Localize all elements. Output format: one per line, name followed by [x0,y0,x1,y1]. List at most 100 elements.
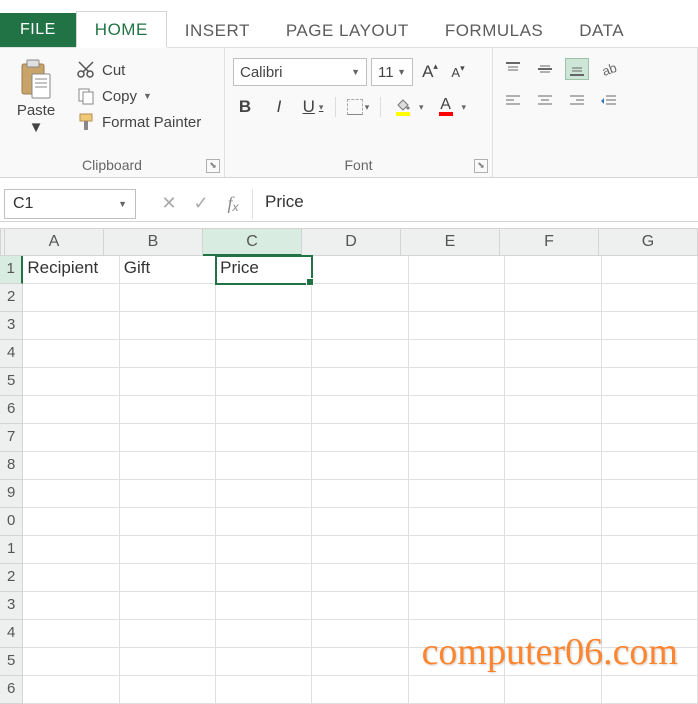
cell-C12[interactable] [216,564,312,592]
cell-E13[interactable] [409,592,505,620]
align-bottom-button[interactable] [565,58,589,80]
cell-A8[interactable] [23,452,119,480]
cancel-button[interactable]: ✕ [158,193,180,215]
cell-E5[interactable] [409,368,505,396]
row-header-11[interactable]: 1 [0,536,23,564]
cell-A12[interactable] [23,564,119,592]
cell-A10[interactable] [23,508,119,536]
cell-C3[interactable] [216,312,312,340]
cell-C6[interactable] [216,396,312,424]
cell-D14[interactable] [312,620,408,648]
format-painter-button[interactable]: Format Painter [72,110,205,134]
cell-E7[interactable] [409,424,505,452]
cell-B4[interactable] [120,340,216,368]
cell-E1[interactable] [409,256,505,284]
cell-G12[interactable] [602,564,698,592]
cell-G3[interactable] [602,312,698,340]
column-header-B[interactable]: B [104,228,203,256]
cut-button[interactable]: Cut [72,58,205,82]
row-header-14[interactable]: 4 [0,620,23,648]
paste-dropdown-icon[interactable]: ▼ [29,119,44,136]
cell-B16[interactable] [120,676,216,704]
cell-F12[interactable] [505,564,601,592]
cell-C2[interactable] [216,284,312,312]
cell-G16[interactable] [602,676,698,704]
font-name-select[interactable]: Calibri ▼ [233,58,367,86]
cell-D9[interactable] [312,480,408,508]
cell-C9[interactable] [216,480,312,508]
cell-C14[interactable] [216,620,312,648]
cell-E2[interactable] [409,284,505,312]
cell-C7[interactable] [216,424,312,452]
font-color-button[interactable]: A [434,94,458,120]
font-launcher-icon[interactable]: ⬊ [474,159,488,173]
clipboard-launcher-icon[interactable]: ⬊ [206,159,220,173]
cell-G13[interactable] [602,592,698,620]
cell-F5[interactable] [505,368,601,396]
cell-B3[interactable] [120,312,216,340]
row-header-1[interactable]: 1 [0,256,23,284]
decrease-font-button[interactable]: A▾ [445,59,471,85]
cell-A3[interactable] [23,312,119,340]
tab-formulas[interactable]: FORMULAS [427,13,561,47]
cell-C11[interactable] [216,536,312,564]
column-header-E[interactable]: E [401,228,500,256]
font-size-select[interactable]: 11 ▼ [371,58,413,86]
cell-C13[interactable] [216,592,312,620]
cell-F13[interactable] [505,592,601,620]
cell-G6[interactable] [602,396,698,424]
cell-A1[interactable]: Recipient [23,256,119,284]
cell-D1[interactable] [312,256,408,284]
cell-D6[interactable] [312,396,408,424]
tab-page-layout[interactable]: PAGE LAYOUT [268,13,427,47]
row-header-7[interactable]: 7 [0,424,23,452]
cell-G2[interactable] [602,284,698,312]
cell-G10[interactable] [602,508,698,536]
row-header-4[interactable]: 4 [0,340,23,368]
cell-A2[interactable] [23,284,119,312]
cell-G8[interactable] [602,452,698,480]
cell-A11[interactable] [23,536,119,564]
cell-A13[interactable] [23,592,119,620]
cell-G7[interactable] [602,424,698,452]
cell-D10[interactable] [312,508,408,536]
cell-C10[interactable] [216,508,312,536]
cell-B1[interactable]: Gift [120,256,216,284]
cell-F1[interactable] [505,256,601,284]
cell-B10[interactable] [120,508,216,536]
cell-B14[interactable] [120,620,216,648]
cell-E8[interactable] [409,452,505,480]
cell-A4[interactable] [23,340,119,368]
tab-data[interactable]: DATA [561,13,642,47]
cell-D12[interactable] [312,564,408,592]
fill-color-button[interactable] [391,94,415,120]
cell-G1[interactable] [602,256,698,284]
column-header-F[interactable]: F [500,228,599,256]
cell-D11[interactable] [312,536,408,564]
cell-D16[interactable] [312,676,408,704]
cell-B15[interactable] [120,648,216,676]
cell-E4[interactable] [409,340,505,368]
align-top-button[interactable] [501,58,525,80]
cell-E9[interactable] [409,480,505,508]
row-header-8[interactable]: 8 [0,452,23,480]
fill-color-dropdown-icon[interactable]: ▾ [419,102,424,113]
cell-B8[interactable] [120,452,216,480]
decrease-indent-button[interactable] [597,90,621,112]
cell-C15[interactable] [216,648,312,676]
row-header-2[interactable]: 2 [0,284,23,312]
cell-F7[interactable] [505,424,601,452]
align-center-button[interactable] [533,90,557,112]
tab-file[interactable]: FILE [0,13,76,47]
cell-B2[interactable] [120,284,216,312]
cell-F16[interactable] [505,676,601,704]
paste-button[interactable]: Paste ▼ [8,54,64,155]
align-middle-button[interactable] [533,58,557,80]
cell-A16[interactable] [23,676,119,704]
cell-A9[interactable] [23,480,119,508]
align-right-button[interactable] [565,90,589,112]
font-color-dropdown-icon[interactable]: ▾ [462,102,467,113]
row-header-12[interactable]: 2 [0,564,23,592]
cell-B13[interactable] [120,592,216,620]
tab-home[interactable]: HOME [76,11,167,48]
